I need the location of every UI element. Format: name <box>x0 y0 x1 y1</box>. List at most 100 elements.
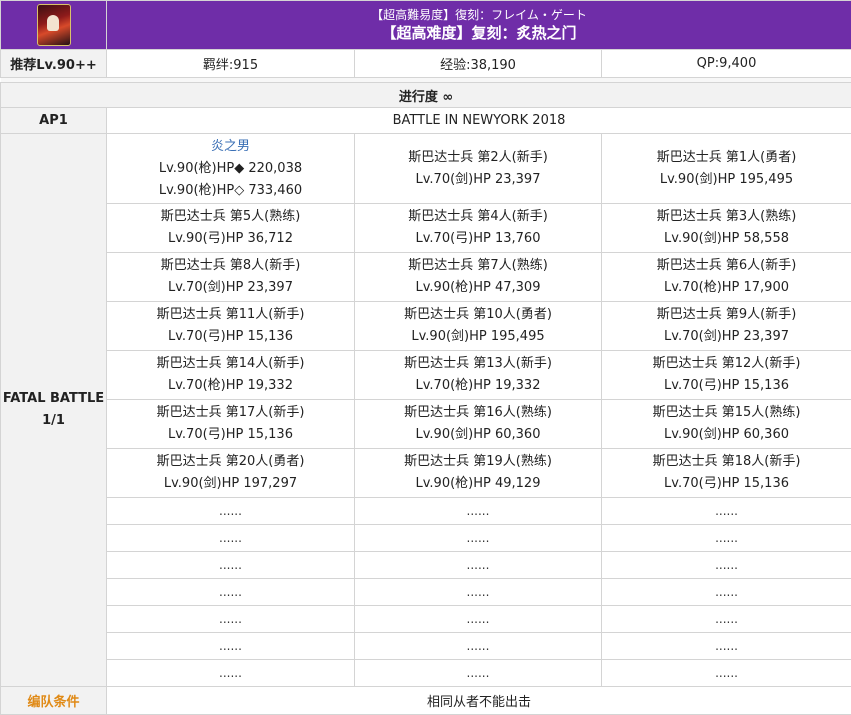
quest-title-cn: 【超高难度】复刻：炙热之门 <box>107 23 851 46</box>
enemy-name: 斯巴达士兵 第10人(勇者) <box>355 304 601 326</box>
enemy-name: 斯巴达士兵 第5人(熟练) <box>107 206 354 228</box>
enemy-name: 斯巴达士兵 第15人(熟练) <box>602 402 851 424</box>
enemy-stats: Lv.70(弓)HP 15,136 <box>602 375 851 397</box>
empty-enemy-slot: ...... <box>602 552 851 579</box>
enemy-name: 斯巴达士兵 第18人(新手) <box>602 451 851 473</box>
empty-enemy-slot: ...... <box>602 579 851 606</box>
empty-enemy-slot: ...... <box>355 525 602 552</box>
enemy-cell: 斯巴达士兵 第12人(新手)Lv.70(弓)HP 15,136 <box>602 351 851 400</box>
enemy-stats: Lv.90(剑)HP 197,297 <box>107 473 354 495</box>
boss-name-link[interactable]: 炎之男 <box>107 136 354 158</box>
empty-enemy-slot: ...... <box>107 633 355 660</box>
enemy-cell: 斯巴达士兵 第17人(新手)Lv.70(弓)HP 15,136 <box>107 400 355 449</box>
empty-enemy-slot: ...... <box>602 525 851 552</box>
enemy-name: 斯巴达士兵 第8人(新手) <box>107 255 354 277</box>
enemy-stats: Lv.70(枪)HP 17,900 <box>602 277 851 299</box>
enemy-name: 斯巴达士兵 第13人(新手) <box>355 353 601 375</box>
enemy-cell: 炎之男Lv.90(枪)HP◆ 220,038Lv.90(枪)HP◇ 733,46… <box>107 134 355 204</box>
enemy-name: 斯巴达士兵 第7人(熟练) <box>355 255 601 277</box>
qp-reward: QP:9,400 <box>602 50 851 78</box>
enemy-stats: Lv.70(剑)HP 23,397 <box>355 169 601 191</box>
empty-enemy-slot: ...... <box>602 606 851 633</box>
battle-type: FATAL BATTLE <box>1 388 106 410</box>
exp-reward: 经验:38,190 <box>355 50 602 78</box>
enemy-stats: Lv.70(枪)HP 19,332 <box>107 375 354 397</box>
enemy-cell: 斯巴达士兵 第14人(新手)Lv.70(枪)HP 19,332 <box>107 351 355 400</box>
enemy-stats: Lv.90(枪)HP◇ 733,460 <box>107 180 354 202</box>
enemy-cell: 斯巴达士兵 第18人(新手)Lv.70(弓)HP 15,136 <box>602 449 851 498</box>
enemy-stats: Lv.70(枪)HP 19,332 <box>355 375 601 397</box>
formation-condition: 相同从者不能出击 <box>107 687 851 715</box>
enemy-name: 斯巴达士兵 第17人(新手) <box>107 402 354 424</box>
enemy-name: 斯巴达士兵 第6人(新手) <box>602 255 851 277</box>
empty-enemy-slot: ...... <box>355 552 602 579</box>
enemy-stats: Lv.70(弓)HP 15,136 <box>107 424 354 446</box>
battle-wave-label: FATAL BATTLE1/1 <box>1 134 107 687</box>
enemy-stats: Lv.90(剑)HP 58,558 <box>602 228 851 250</box>
stage-name: BATTLE IN NEWYORK 2018 <box>107 108 851 134</box>
enemy-cell: 斯巴达士兵 第15人(熟练)Lv.90(剑)HP 60,360 <box>602 400 851 449</box>
progress-label: 进行度 ∞ <box>1 83 851 108</box>
empty-enemy-slot: ...... <box>107 606 355 633</box>
ap-cost: AP1 <box>1 108 107 134</box>
enemy-stats: Lv.90(枪)HP 47,309 <box>355 277 601 299</box>
enemy-cell: 斯巴达士兵 第5人(熟练)Lv.90(弓)HP 36,712 <box>107 204 355 253</box>
empty-enemy-slot: ...... <box>107 525 355 552</box>
enemy-name: 斯巴达士兵 第11人(新手) <box>107 304 354 326</box>
enemy-stats: Lv.90(枪)HP 49,129 <box>355 473 601 495</box>
enemy-name: 斯巴达士兵 第12人(新手) <box>602 353 851 375</box>
enemy-stats: Lv.90(枪)HP◆ 220,038 <box>107 158 354 180</box>
enemy-stats: Lv.70(弓)HP 15,136 <box>107 326 354 348</box>
empty-enemy-slot: ...... <box>355 660 602 687</box>
empty-enemy-slot: ...... <box>355 606 602 633</box>
enemy-stats: Lv.90(剑)HP 60,360 <box>602 424 851 446</box>
enemy-cell: 斯巴达士兵 第9人(新手)Lv.70(剑)HP 23,397 <box>602 302 851 351</box>
quest-title-cell: 【超高難易度】復刻：フレイム・ゲート 【超高难度】复刻：炙热之门 <box>107 1 851 50</box>
enemy-cell: 斯巴达士兵 第13人(新手)Lv.70(枪)HP 19,332 <box>355 351 602 400</box>
empty-enemy-slot: ...... <box>107 498 355 525</box>
bond-reward: 羁绊:915 <box>107 50 355 78</box>
formation-label: 编队条件 <box>1 687 107 715</box>
enemy-stats: Lv.90(弓)HP 36,712 <box>107 228 354 250</box>
enemy-name: 斯巴达士兵 第2人(新手) <box>355 147 601 169</box>
enemy-name: 斯巴达士兵 第4人(新手) <box>355 206 601 228</box>
empty-enemy-slot: ...... <box>602 498 851 525</box>
enemy-cell: 斯巴达士兵 第19人(熟练)Lv.90(枪)HP 49,129 <box>355 449 602 498</box>
enemy-cell: 斯巴达士兵 第20人(勇者)Lv.90(剑)HP 197,297 <box>107 449 355 498</box>
enemy-cell: 斯巴达士兵 第7人(熟练)Lv.90(枪)HP 47,309 <box>355 253 602 302</box>
empty-enemy-slot: ...... <box>355 498 602 525</box>
enemy-cell: 斯巴达士兵 第2人(新手)Lv.70(剑)HP 23,397 <box>355 134 602 204</box>
enemy-stats: Lv.70(剑)HP 23,397 <box>107 277 354 299</box>
quest-title-jp: 【超高難易度】復刻：フレイム・ゲート <box>107 5 851 23</box>
empty-enemy-slot: ...... <box>602 633 851 660</box>
enemy-name: 斯巴达士兵 第16人(熟练) <box>355 402 601 424</box>
battle-wave-count: 1/1 <box>1 410 106 432</box>
enemy-cell: 斯巴达士兵 第1人(勇者)Lv.90(剑)HP 195,495 <box>602 134 851 204</box>
empty-enemy-slot: ...... <box>107 660 355 687</box>
empty-enemy-slot: ...... <box>355 579 602 606</box>
empty-enemy-slot: ...... <box>355 633 602 660</box>
enemy-name: 斯巴达士兵 第20人(勇者) <box>107 451 354 473</box>
enemy-name: 斯巴达士兵 第19人(熟练) <box>355 451 601 473</box>
enemy-stats: Lv.90(剑)HP 195,495 <box>355 326 601 348</box>
enemy-cell: 斯巴达士兵 第6人(新手)Lv.70(枪)HP 17,900 <box>602 253 851 302</box>
recommend-level: 推荐Lv.90++ <box>1 50 107 78</box>
servant-portrait-icon[interactable] <box>37 4 71 46</box>
enemy-stats: Lv.90(剑)HP 195,495 <box>602 169 851 191</box>
enemy-cell: 斯巴达士兵 第8人(新手)Lv.70(剑)HP 23,397 <box>107 253 355 302</box>
portrait-cell <box>1 1 107 50</box>
enemy-cell: 斯巴达士兵 第10人(勇者)Lv.90(剑)HP 195,495 <box>355 302 602 351</box>
enemy-name: 斯巴达士兵 第3人(熟练) <box>602 206 851 228</box>
enemy-stats: Lv.70(弓)HP 13,760 <box>355 228 601 250</box>
empty-enemy-slot: ...... <box>602 660 851 687</box>
enemy-stats: Lv.70(剑)HP 23,397 <box>602 326 851 348</box>
quest-table: 【超高難易度】復刻：フレイム・ゲート 【超高难度】复刻：炙热之门 推荐Lv.90… <box>0 0 851 715</box>
enemy-name: 斯巴达士兵 第1人(勇者) <box>602 147 851 169</box>
enemy-name: 斯巴达士兵 第9人(新手) <box>602 304 851 326</box>
enemy-cell: 斯巴达士兵 第11人(新手)Lv.70(弓)HP 15,136 <box>107 302 355 351</box>
enemy-cell: 斯巴达士兵 第4人(新手)Lv.70(弓)HP 13,760 <box>355 204 602 253</box>
enemy-stats: Lv.70(弓)HP 15,136 <box>602 473 851 495</box>
enemy-cell: 斯巴达士兵 第3人(熟练)Lv.90(剑)HP 58,558 <box>602 204 851 253</box>
enemy-cell: 斯巴达士兵 第16人(熟练)Lv.90(剑)HP 60,360 <box>355 400 602 449</box>
enemy-name: 斯巴达士兵 第14人(新手) <box>107 353 354 375</box>
